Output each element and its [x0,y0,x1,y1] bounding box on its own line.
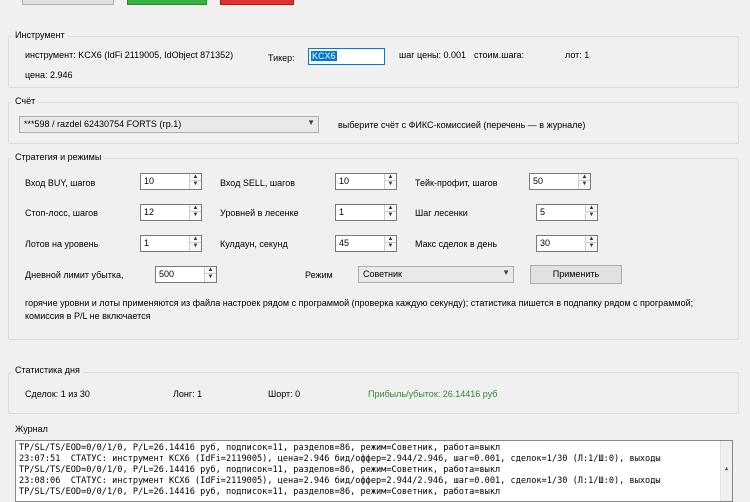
sell-entry-label: Вход SELL, шагов [220,178,295,188]
short-count: Шорт: 0 [268,389,301,399]
strategy-note: горячие уровни и лоты применяются из фай… [25,298,694,321]
price-step: шаг цены: 0.001 [399,50,467,60]
spin-up-icon[interactable]: ▲ [190,174,201,181]
daily-loss-limit-stepper[interactable]: 500 ▲ ▼ [155,266,217,283]
cooldown-label: Кулдаун, секунд [220,239,288,249]
instrument-info: инструмент: KCX6 (IdFi 2119005, IdObject… [25,50,234,60]
take-profit-value: 50 [533,176,544,186]
spin-up-icon[interactable]: ▲ [586,205,597,212]
trades-count: Сделок: 1 из 30 [25,389,90,399]
spin-up-icon[interactable]: ▲ [385,174,396,181]
journal-line: TP/SL/TS/EOD=0/0/1/0, P/L=26.14416 руб, … [19,465,501,475]
spin-down-icon[interactable]: ▼ [586,212,597,219]
spin-down-icon[interactable]: ▼ [579,181,590,188]
long-count: Лонг: 1 [173,389,203,399]
step-cost: стоим.шага: [474,50,525,60]
lots-per-level-stepper[interactable]: 1 ▲ ▼ [140,235,202,252]
stop-button[interactable] [220,0,294,5]
lot-size: лот: 1 [565,50,590,60]
spin-down-icon[interactable]: ▼ [586,243,597,250]
start-button[interactable] [127,0,207,5]
instrument-group-title: Инструмент [12,30,68,40]
lots-per-level-value: 1 [144,238,150,248]
ladder-levels-stepper[interactable]: 1 ▲ ▼ [335,204,397,221]
account-select-value: ***598 / razdel 62430754 FORTS (гр.1) [24,119,182,129]
stop-loss-label: Стоп-лосс, шагов [25,208,98,218]
journal-log[interactable]: TP/SL/TS/EOD=0/0/1/0, P/L=26.14416 руб, … [15,440,733,502]
journal-title: Журнал [12,424,51,434]
account-hint: выберите счёт с ФИКС-комиссией (перечень… [338,120,586,130]
ticker-label: Тикер: [268,53,295,63]
cooldown-stepper[interactable]: 45 ▲ ▼ [335,235,397,252]
spin-down-icon[interactable]: ▼ [385,181,396,188]
account-group-title: Счёт [12,96,39,106]
take-profit-stepper[interactable]: 50 ▲ ▼ [529,173,591,190]
mode-select-value: Советник [363,269,402,279]
ticker-input-value: KCX6 [311,51,337,61]
lots-per-level-label: Лотов на уровень [25,239,99,249]
instrument-price: цена: 2.946 [25,70,73,80]
sell-entry-stepper[interactable]: 10 ▲ ▼ [335,173,397,190]
stop-loss-stepper[interactable]: 12 ▲ ▼ [140,204,202,221]
chevron-down-icon: ▼ [502,268,510,277]
chevron-down-icon: ▼ [307,118,315,127]
max-trades-value: 30 [540,238,551,248]
spin-down-icon[interactable]: ▼ [190,243,201,250]
ladder-step-stepper[interactable]: 5 ▲ ▼ [536,204,598,221]
ladder-levels-label: Уровней в лесенке [220,208,299,218]
ticker-input[interactable]: KCX6 [308,48,385,65]
journal-line: TP/SL/TS/EOD=0/0/1/0, P/L=26.14416 руб, … [19,487,501,497]
mode-label: Режим [305,270,333,280]
journal-scrollbar[interactable]: ▲ [720,441,732,501]
pnl-value: Прибыль/убыток: 26.14416 руб [368,389,498,399]
buy-entry-label: Вход BUY, шагов [25,178,96,188]
ladder-step-label: Шаг лесенки [415,208,468,218]
scroll-up-icon[interactable]: ▲ [721,463,732,474]
max-trades-stepper[interactable]: 30 ▲ ▼ [536,235,598,252]
stats-group-title: Статистика дня [12,365,83,375]
mode-select[interactable]: Советник ▼ [358,266,514,283]
account-select[interactable]: ***598 / razdel 62430754 FORTS (гр.1) ▼ [19,116,319,133]
strategy-group-title: Стратегия и режимы [12,152,105,162]
spin-up-icon[interactable]: ▲ [190,236,201,243]
spin-down-icon[interactable]: ▼ [190,212,201,219]
spin-down-icon[interactable]: ▼ [385,212,396,219]
buy-entry-value: 10 [144,176,155,186]
spin-up-icon[interactable]: ▲ [385,236,396,243]
spin-down-icon[interactable]: ▼ [205,274,216,281]
spin-down-icon[interactable]: ▼ [190,181,201,188]
journal-line: TP/SL/TS/EOD=0/0/1/0, P/L=26.14416 руб, … [19,443,501,453]
spin-up-icon[interactable]: ▲ [586,236,597,243]
spin-up-icon[interactable]: ▲ [205,267,216,274]
daily-loss-limit-label: Дневной лимит убытка, [25,270,124,280]
stop-loss-value: 12 [144,207,155,217]
spin-down-icon[interactable]: ▼ [385,243,396,250]
take-profit-label: Тейк-профит, шагов [415,178,498,188]
max-trades-label: Макс сделок в день [415,239,498,249]
ladder-step-value: 5 [540,207,546,217]
ladder-levels-value: 1 [339,207,345,217]
sell-entry-value: 10 [339,176,350,186]
journal-line: 23:08:06 СТАТУС: инструмент KCX6 (IdFi=2… [19,476,661,486]
daily-loss-limit-value: 500 [159,269,175,279]
top-button-1[interactable] [22,0,114,5]
journal-line: 23:07:51 СТАТУС: инструмент KCX6 (IdFi=2… [19,454,661,464]
buy-entry-stepper[interactable]: 10 ▲ ▼ [140,173,202,190]
spin-up-icon[interactable]: ▲ [190,205,201,212]
cooldown-value: 45 [339,238,350,248]
spin-up-icon[interactable]: ▲ [579,174,590,181]
spin-up-icon[interactable]: ▲ [385,205,396,212]
apply-button[interactable]: Применить [530,265,622,284]
